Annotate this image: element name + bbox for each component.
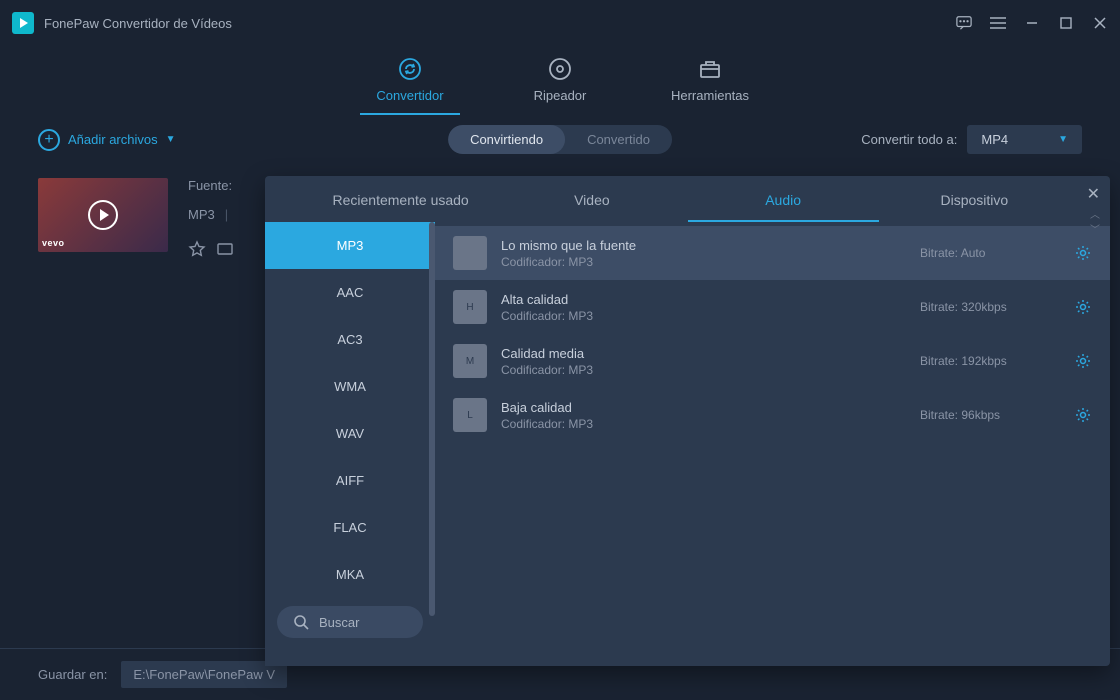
popup-tab-recent[interactable]: Recientemente usado: [305, 176, 496, 222]
status-converted[interactable]: Convertido: [565, 125, 672, 154]
preset-icon: H: [453, 290, 487, 324]
preset-settings-button[interactable]: [1074, 352, 1092, 370]
search-icon: [293, 614, 309, 630]
preset-title: Lo mismo que la fuente: [501, 238, 906, 253]
vevo-badge: vevo: [42, 238, 65, 248]
status-toggle: Convirtiendo Convertido: [448, 125, 672, 154]
codec-item-aac[interactable]: AAC: [265, 269, 435, 316]
add-files-button[interactable]: + Añadir archivos ▼: [38, 129, 176, 151]
popup-body: MP3 AAC AC3 WMA WAV AIFF FLAC MKA Buscar…: [265, 222, 1110, 666]
maximize-button[interactable]: [1058, 15, 1074, 31]
preset-bitrate: Bitrate: 96kbps: [920, 408, 1060, 422]
status-converting[interactable]: Convirtiendo: [448, 125, 565, 154]
search-placeholder: Buscar: [319, 615, 359, 630]
codec-item-ac3[interactable]: AC3: [265, 316, 435, 363]
popup-tabs: Recientemente usado Video Audio Disposit…: [265, 176, 1110, 222]
preset-icon: L: [453, 398, 487, 432]
preset-settings-button[interactable]: [1074, 406, 1092, 424]
preset-icon: [453, 236, 487, 270]
preset-list: Lo mismo que la fuente Codificador: MP3 …: [435, 222, 1110, 666]
chevron-up-icon[interactable]: ︿: [1090, 206, 1100, 221]
codec-item-mp3[interactable]: MP3: [265, 222, 435, 269]
star-icon[interactable]: [188, 240, 206, 258]
feedback-icon[interactable]: [956, 15, 972, 31]
codec-item-mka[interactable]: MKA: [265, 551, 435, 598]
minimize-button[interactable]: [1024, 15, 1040, 31]
caption-icon[interactable]: [216, 240, 234, 258]
preset-icon: M: [453, 344, 487, 378]
preset-title: Calidad media: [501, 346, 906, 361]
save-path-field[interactable]: E:\FonePaw\FonePaw V: [121, 661, 287, 688]
preset-bitrate: Bitrate: Auto: [920, 246, 1060, 260]
codec-item-flac[interactable]: FLAC: [265, 504, 435, 551]
preset-encoder: Codificador: MP3: [501, 363, 906, 377]
output-format-select[interactable]: MP4 ▼: [967, 125, 1082, 154]
preset-encoder: Codificador: MP3: [501, 417, 906, 431]
popup-tab-device[interactable]: Dispositivo: [879, 176, 1070, 222]
save-to-label: Guardar en:: [38, 667, 107, 682]
preset-encoder: Codificador: MP3: [501, 309, 906, 323]
popup-tab-audio[interactable]: Audio: [688, 176, 879, 222]
source-label: Fuente:: [188, 178, 234, 193]
convert-all-label: Convertir todo a:: [861, 132, 957, 147]
titlebar: FonePaw Convertidor de Vídeos: [0, 0, 1120, 46]
tools-icon: [697, 56, 723, 82]
app-title: FonePaw Convertidor de Vídeos: [44, 16, 232, 31]
preset-title: Alta calidad: [501, 292, 906, 307]
output-format-value: MP4: [981, 132, 1008, 147]
preset-settings-button[interactable]: [1074, 244, 1092, 262]
converter-icon: [397, 56, 423, 82]
tab-ripper-label: Ripeador: [534, 88, 587, 103]
add-files-label: Añadir archivos: [68, 132, 158, 147]
plus-circle-icon: +: [38, 129, 60, 151]
toolbar: + Añadir archivos ▼ Convirtiendo Convert…: [0, 115, 1120, 164]
menu-icon[interactable]: [990, 15, 1006, 31]
codec-item-wav[interactable]: WAV: [265, 410, 435, 457]
codec-search-input[interactable]: Buscar: [277, 606, 423, 638]
video-thumbnail[interactable]: vevo: [38, 178, 168, 252]
preset-row-source[interactable]: Lo mismo que la fuente Codificador: MP3 …: [435, 226, 1110, 280]
tab-converter-label: Convertidor: [376, 88, 443, 103]
chevron-down-icon: ▼: [1058, 134, 1068, 145]
popup-close-button[interactable]: ✕: [1087, 184, 1100, 204]
codec-item-wma[interactable]: WMA: [265, 363, 435, 410]
preset-row-medium[interactable]: M Calidad media Codificador: MP3 Bitrate…: [435, 334, 1110, 388]
preset-row-low[interactable]: L Baja calidad Codificador: MP3 Bitrate:…: [435, 388, 1110, 442]
chevron-down-icon[interactable]: ﹀: [1090, 221, 1100, 236]
preset-encoder: Codificador: MP3: [501, 255, 906, 269]
file-info: Fuente: MP3 |: [188, 178, 234, 258]
codec-item-aiff[interactable]: AIFF: [265, 457, 435, 504]
chevron-down-icon: ▼: [166, 134, 176, 145]
preset-settings-button[interactable]: [1074, 298, 1092, 316]
tab-tools[interactable]: Herramientas: [660, 56, 760, 115]
preset-title: Baja calidad: [501, 400, 906, 415]
preset-row-high[interactable]: H Alta calidad Codificador: MP3 Bitrate:…: [435, 280, 1110, 334]
convert-all-control: Convertir todo a: MP4 ▼: [861, 125, 1082, 154]
main-tabs: Convertidor Ripeador Herramientas: [0, 46, 1120, 115]
file-format: MP3: [188, 207, 215, 222]
format-popup: ✕ ︿ ﹀ Recientemente usado Video Audio Di…: [265, 176, 1110, 666]
preset-bitrate: Bitrate: 320kbps: [920, 300, 1060, 314]
close-button[interactable]: [1092, 15, 1108, 31]
ripper-icon: [547, 56, 573, 82]
tab-converter[interactable]: Convertidor: [360, 56, 460, 115]
play-icon: [88, 200, 118, 230]
tab-tools-label: Herramientas: [671, 88, 749, 103]
app-logo-icon: [12, 12, 34, 34]
tab-ripper[interactable]: Ripeador: [510, 56, 610, 115]
preset-bitrate: Bitrate: 192kbps: [920, 354, 1060, 368]
popup-tab-video[interactable]: Video: [496, 176, 687, 222]
popup-nav-arrows[interactable]: ︿ ﹀: [1090, 206, 1100, 236]
codec-list: MP3 AAC AC3 WMA WAV AIFF FLAC MKA Buscar: [265, 222, 435, 666]
